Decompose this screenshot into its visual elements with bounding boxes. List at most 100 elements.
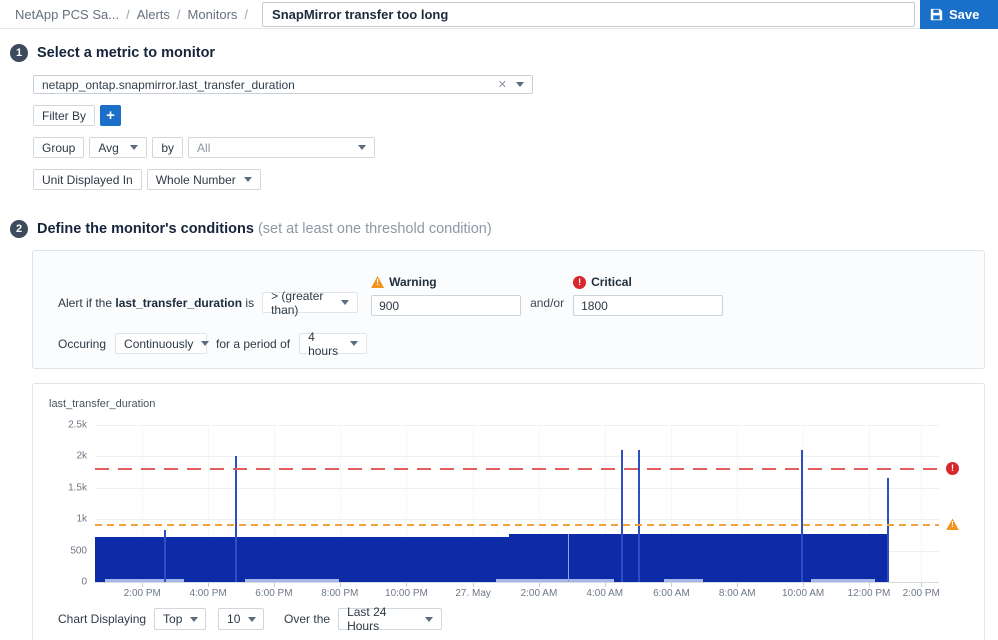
chevron-down-icon xyxy=(516,82,524,87)
unit-displayed-label: Unit Displayed In xyxy=(33,169,142,190)
group-aggregation-value: Avg xyxy=(98,141,118,155)
warning-threshold-line xyxy=(95,524,939,526)
breadcrumb-root[interactable]: NetApp PCS Sa... xyxy=(15,7,119,22)
series-spike xyxy=(887,478,889,582)
group-label: Group xyxy=(33,137,84,158)
operator-value: > (greater than) xyxy=(271,289,333,317)
critical-threshold-icon xyxy=(946,462,959,475)
chevron-down-icon xyxy=(425,617,433,622)
unit-select[interactable]: Whole Number xyxy=(147,169,261,190)
count-select[interactable]: 10 xyxy=(218,608,264,630)
period-select[interactable]: 4 hours xyxy=(299,333,367,354)
critical-icon xyxy=(573,276,586,289)
clear-icon[interactable]: ✕ xyxy=(498,78,507,91)
warning-threshold-column: Warning xyxy=(371,275,521,316)
metric-select[interactable]: netapp_ontap.snapmirror.last_transfer_du… xyxy=(33,75,533,94)
chevron-down-icon xyxy=(244,177,252,182)
y-tick-label: 1k xyxy=(76,514,87,525)
metric-select-value: netapp_ontap.snapmirror.last_transfer_du… xyxy=(42,78,498,92)
time-range-value: Last 24 Hours xyxy=(347,605,417,633)
x-tick-label: 2:00 PM xyxy=(903,588,940,599)
save-button-label: Save xyxy=(949,7,979,22)
monitor-name-input[interactable] xyxy=(262,2,915,27)
y-tick-label: 0 xyxy=(81,577,87,588)
filter-by-label: Filter By xyxy=(33,105,95,126)
group-aggregation-select[interactable]: Avg xyxy=(89,137,147,158)
occurring-select[interactable]: Continuously xyxy=(115,333,207,354)
chevron-down-icon xyxy=(350,341,358,346)
warning-label: Warning xyxy=(389,275,437,289)
breadcrumb-alerts[interactable]: Alerts xyxy=(137,7,170,22)
step1-title: Select a metric to monitor xyxy=(37,45,215,61)
x-tick-label: 6:00 PM xyxy=(255,588,292,599)
y-tick-label: 2.5k xyxy=(68,420,87,431)
unit-row: Unit Displayed In Whole Number xyxy=(33,169,998,190)
header-bar: NetApp PCS Sa... / Alerts / Monitors / S… xyxy=(0,0,998,29)
x-tick-label: 4:00 AM xyxy=(586,588,623,599)
y-tick-label: 2k xyxy=(76,451,87,462)
step1-header: 1 Select a metric to monitor xyxy=(0,44,998,62)
series-area xyxy=(509,534,890,582)
critical-threshold-column: Critical xyxy=(573,275,723,316)
x-axis-labels: 2:00 PM4:00 PM6:00 PM8:00 PM10:00 PM27. … xyxy=(95,583,939,599)
top-value: Top xyxy=(163,612,182,626)
occurring-value: Continuously xyxy=(124,337,193,351)
period-label: for a period of xyxy=(216,337,290,351)
warning-icon xyxy=(371,276,384,288)
andor-label: and/or xyxy=(530,296,564,310)
unit-value: Whole Number xyxy=(156,173,236,187)
critical-threshold-input[interactable] xyxy=(573,295,723,316)
condition-left: Alert if the last_transfer_duration is >… xyxy=(58,292,358,313)
warning-label-row: Warning xyxy=(371,275,521,289)
chart-row: 05001k1.5k2k2.5k xyxy=(49,425,968,583)
top-select[interactable]: Top xyxy=(154,608,206,630)
y-axis-labels: 05001k1.5k2k2.5k xyxy=(49,425,95,583)
save-button[interactable]: Save xyxy=(920,0,998,29)
breadcrumb-separator: / xyxy=(126,7,130,22)
breadcrumb-monitors[interactable]: Monitors xyxy=(188,7,238,22)
chart-footer: Chart Displaying Top 10 Over the Last 24… xyxy=(58,608,968,630)
step1-controls: netapp_ontap.snapmirror.last_transfer_du… xyxy=(0,75,998,190)
x-tick-label: 8:00 AM xyxy=(719,588,756,599)
chart-title: last_transfer_duration xyxy=(49,396,968,412)
y-tick-label: 500 xyxy=(70,545,87,556)
over-the-label: Over the xyxy=(284,612,330,626)
step2-title: Define the monitor's conditions(set at l… xyxy=(37,221,492,237)
step2-header: 2 Define the monitor's conditions(set at… xyxy=(0,220,998,238)
chevron-down-icon xyxy=(341,300,349,305)
x-tick-label: 2:00 AM xyxy=(521,588,558,599)
step2-title-text: Define the monitor's conditions xyxy=(37,221,254,237)
count-value: 10 xyxy=(227,612,240,626)
add-filter-button[interactable]: + xyxy=(100,105,121,126)
chevron-down-icon xyxy=(201,341,209,346)
chevron-down-icon xyxy=(358,145,366,150)
condition-suffix: is xyxy=(242,296,254,310)
chart-displaying-label: Chart Displaying xyxy=(58,612,146,626)
breadcrumb-separator: / xyxy=(177,7,181,22)
group-by-label: by xyxy=(152,137,183,158)
x-tick-label: 2:00 PM xyxy=(124,588,161,599)
chevron-down-icon xyxy=(190,617,198,622)
step2-subtitle: (set at least one threshold condition) xyxy=(258,221,492,237)
critical-label-row: Critical xyxy=(573,275,723,289)
group-by-value: All xyxy=(197,141,210,155)
chevron-down-icon xyxy=(130,145,138,150)
step1-number-badge: 1 xyxy=(10,44,28,62)
critical-label: Critical xyxy=(591,275,632,289)
warning-threshold-input[interactable] xyxy=(371,295,521,316)
operator-select[interactable]: > (greater than) xyxy=(262,292,358,313)
time-range-select[interactable]: Last 24 Hours xyxy=(338,608,442,630)
filter-by-row: Filter By + xyxy=(33,105,998,126)
condition-sentence: Alert if the last_transfer_duration is xyxy=(58,296,254,310)
warning-threshold-icon xyxy=(946,518,959,530)
group-by-select[interactable]: All xyxy=(188,137,375,158)
x-tick-label: 10:00 PM xyxy=(385,588,428,599)
chart-plot xyxy=(95,425,939,583)
conditions-card: Alert if the last_transfer_duration is >… xyxy=(32,250,985,369)
critical-threshold-line xyxy=(95,468,939,470)
breadcrumb-separator: / xyxy=(244,7,248,22)
x-tick-label: 10:00 AM xyxy=(782,588,824,599)
threshold-icon-rail xyxy=(939,425,968,583)
y-tick-label: 1.5k xyxy=(68,482,87,493)
save-icon xyxy=(930,8,943,21)
